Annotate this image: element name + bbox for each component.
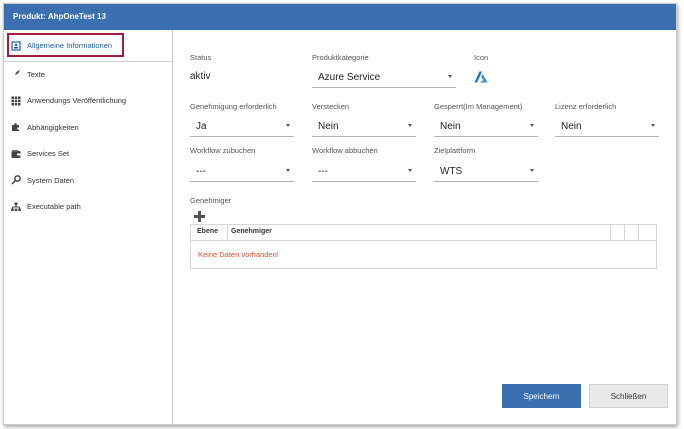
genehmigung-value: Ja bbox=[196, 121, 207, 132]
column-header-ebene: Ebene bbox=[197, 228, 219, 235]
empty-state-text: Keine Daten vorhanden! bbox=[198, 250, 279, 259]
sidebar-item-label: Executable path bbox=[27, 202, 81, 212]
sidebar-item-abhaengigkeiten[interactable]: Abhängigkeiten bbox=[4, 114, 172, 141]
column-header-genehmiger: Genehmiger bbox=[231, 228, 272, 235]
feather-icon bbox=[11, 69, 21, 79]
lizenz-select[interactable]: Nein bbox=[555, 117, 659, 137]
gesperrt-value: Nein bbox=[440, 121, 461, 132]
chevron-down-icon bbox=[651, 124, 655, 127]
sidebar-item-system-daten[interactable]: System Daten bbox=[4, 167, 172, 194]
plus-icon bbox=[194, 211, 205, 222]
grid-icon bbox=[11, 96, 21, 106]
zielplattform-value: WTS bbox=[440, 166, 463, 177]
key-icon bbox=[11, 175, 21, 185]
sidebar-item-allgemeine-informationen[interactable]: Allgemeine Informationen bbox=[4, 30, 172, 61]
sidebar-item-services-set[interactable]: Services Set bbox=[4, 141, 172, 168]
column-divider bbox=[610, 225, 611, 240]
genehmigung-label: Genehmigung erforderlich bbox=[190, 102, 277, 111]
sidebar-item-label: System Daten bbox=[27, 175, 75, 185]
verstecken-select[interactable]: Nein bbox=[312, 117, 416, 137]
column-divider bbox=[638, 225, 639, 240]
workflow-zubuchen-value: --- bbox=[196, 166, 206, 177]
gesperrt-select[interactable]: Nein bbox=[434, 117, 538, 137]
sidebar-item-label: Abhängigkeiten bbox=[27, 122, 79, 132]
workflow-zubuchen-label: Workflow zubuchen bbox=[190, 146, 256, 155]
chevron-down-icon bbox=[530, 169, 534, 172]
genehmigung-select[interactable]: Ja bbox=[190, 117, 294, 137]
window-title: Produkt: AhpOneTest 13 bbox=[4, 4, 676, 30]
chevron-down-icon bbox=[286, 169, 290, 172]
close-button[interactable]: Schließen bbox=[589, 384, 668, 408]
chevron-down-icon bbox=[448, 75, 452, 78]
azure-logo-icon bbox=[474, 70, 488, 83]
column-divider bbox=[624, 225, 625, 240]
chevron-down-icon bbox=[408, 169, 412, 172]
workflow-zubuchen-select[interactable]: --- bbox=[190, 162, 294, 182]
sidebar-item-label: Services Set bbox=[27, 149, 70, 159]
dialog-window: Produkt: AhpOneTest 13 Allgemeine Inform… bbox=[3, 3, 677, 425]
hierarchy-icon bbox=[11, 202, 21, 212]
column-divider bbox=[227, 225, 228, 240]
chevron-down-icon bbox=[408, 124, 412, 127]
puzzle-icon bbox=[11, 122, 21, 132]
chevron-down-icon bbox=[286, 124, 290, 127]
sidebar-item-anwendungs-veroeffentlichung[interactable]: Anwendungs Veröffentlichung bbox=[4, 88, 172, 115]
save-button[interactable]: Speichern bbox=[502, 384, 581, 408]
produktkategorie-select[interactable]: Azure Service bbox=[312, 68, 456, 88]
wallet-icon bbox=[11, 149, 21, 159]
workflow-abbuchen-select[interactable]: --- bbox=[312, 162, 416, 182]
status-label: Status bbox=[190, 53, 212, 62]
workflow-abbuchen-value: --- bbox=[318, 166, 328, 177]
lizenz-label: Lizenz erforderlich bbox=[555, 102, 617, 111]
verstecken-label: Verstecken bbox=[312, 102, 350, 111]
sidebar: Allgemeine Informationen Texte Anwendung… bbox=[4, 30, 173, 424]
produktkategorie-label: Produktkategorie bbox=[312, 53, 369, 62]
table-header: Ebene Genehmiger bbox=[191, 225, 656, 241]
id-card-icon bbox=[11, 40, 21, 51]
verstecken-value: Nein bbox=[318, 121, 339, 132]
produktkategorie-value: Azure Service bbox=[318, 72, 381, 83]
zielplattform-label: Zielplattform bbox=[434, 146, 476, 155]
genehmiger-title: Genehmiger bbox=[190, 196, 232, 205]
gesperrt-label: Gesperrt(Im Management) bbox=[434, 102, 523, 111]
icon-label: Icon bbox=[474, 53, 489, 62]
sidebar-item-executable-path[interactable]: Executable path bbox=[4, 194, 172, 221]
sidebar-item-label: Texte bbox=[27, 69, 45, 79]
chevron-down-icon bbox=[530, 124, 534, 127]
workflow-abbuchen-label: Workflow abbuchen bbox=[312, 146, 378, 155]
approvers-table: Ebene Genehmiger Keine Daten vorhanden! bbox=[190, 224, 657, 269]
zielplattform-select[interactable]: WTS bbox=[434, 162, 538, 182]
sidebar-item-label: Allgemeine Informationen bbox=[27, 41, 113, 50]
sidebar-item-label: Anwendungs Veröffentlichung bbox=[27, 96, 127, 106]
status-value: aktiv bbox=[190, 71, 211, 82]
add-approver-button[interactable] bbox=[194, 209, 205, 222]
sidebar-item-texte[interactable]: Texte bbox=[4, 61, 172, 88]
lizenz-value: Nein bbox=[561, 121, 582, 132]
